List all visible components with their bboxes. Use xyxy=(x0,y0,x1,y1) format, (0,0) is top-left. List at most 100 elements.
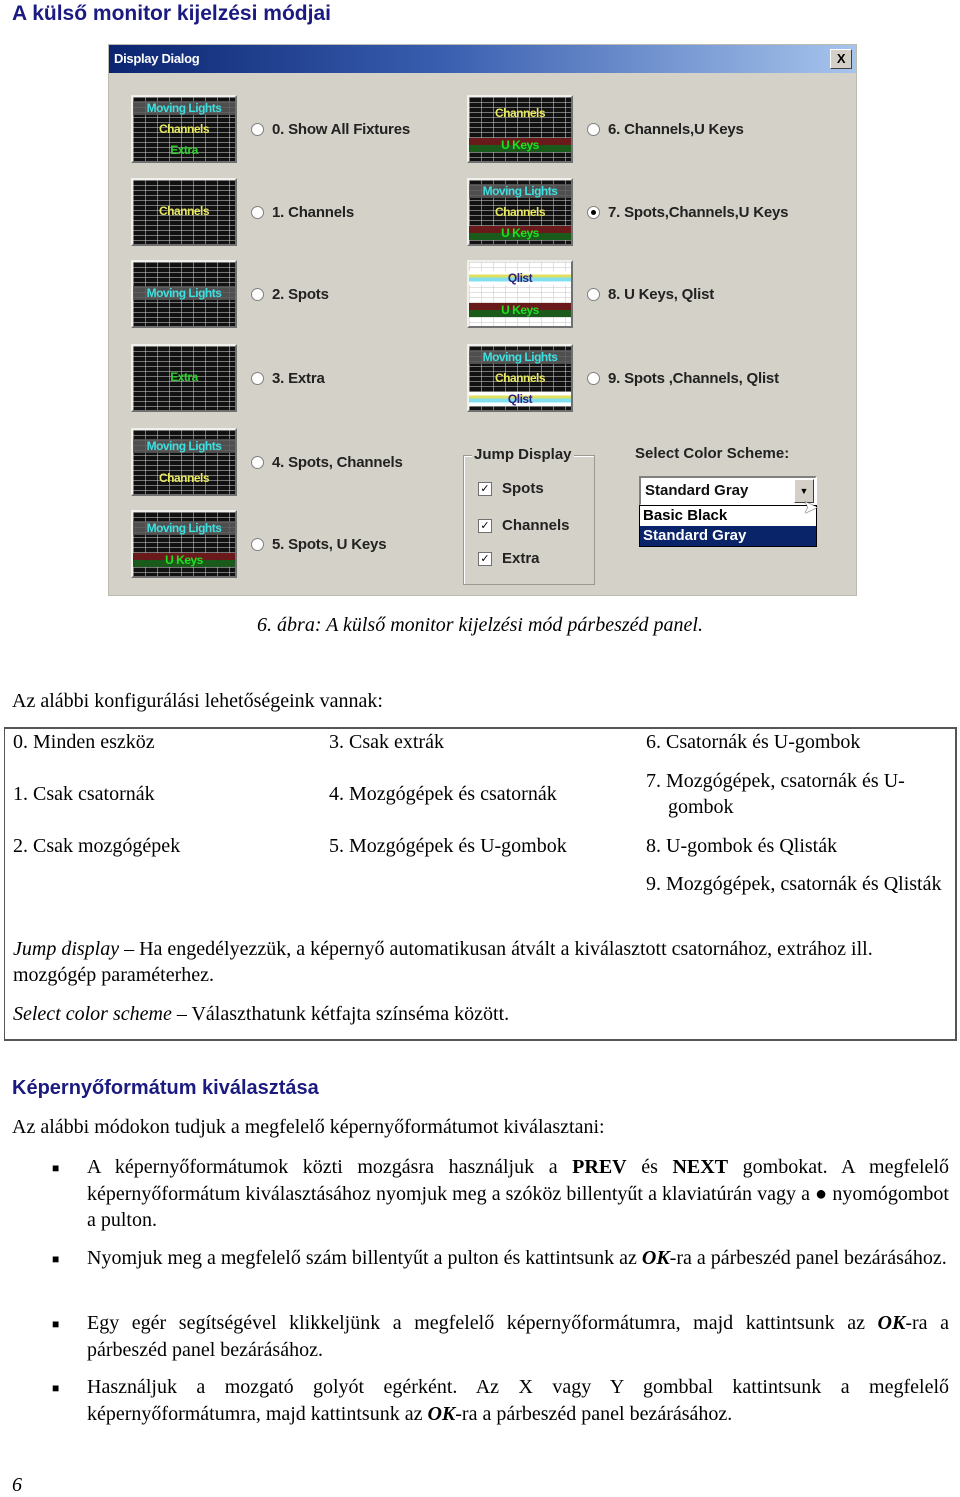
jump-display-description: Jump display – Ha engedélyezzük, a képer… xyxy=(13,936,933,988)
option-label: 0. Show All Fixtures xyxy=(272,120,410,138)
section-heading: Képernyőformátum kiválasztása xyxy=(12,1077,319,1099)
checkbox-label: Channels xyxy=(502,517,570,534)
color-scheme-description: Select color scheme – Választhatunk kétf… xyxy=(13,1001,933,1027)
thumbnail-band: Moving Lights xyxy=(133,286,235,300)
text: A képernyőformátumok közti mozgásra hasz… xyxy=(87,1156,573,1178)
display-option-2[interactable]: Moving Lights 2. Spots xyxy=(131,260,329,328)
color-scheme-label: Select Color Scheme: xyxy=(635,445,790,462)
thumbnail-band: Channels xyxy=(158,471,210,485)
jump-display-title: Jump Display xyxy=(472,446,574,463)
layout-thumbnail[interactable]: Channels U Keys xyxy=(467,95,573,163)
display-option-1[interactable]: Channels 1. Channels xyxy=(131,178,354,246)
display-option-8[interactable]: Qlist U Keys 8. U Keys, Qlist xyxy=(467,260,714,328)
section-intro: Az alábbi módokon tudjuk a megfelelő kép… xyxy=(12,1116,605,1138)
display-option-6[interactable]: Channels U Keys 6. Channels,U Keys xyxy=(467,95,744,163)
dialog-titlebar: Display Dialog X xyxy=(109,45,856,73)
jump-display-group: Jump Display ✓ Spots ✓ Channels ✓ Extra xyxy=(463,446,595,585)
display-option-4[interactable]: Moving Lights Channels 4. Spots, Channels xyxy=(131,428,403,496)
radio-button[interactable] xyxy=(251,122,264,136)
color-scheme-select[interactable]: Standard Gray ▼ xyxy=(639,476,817,506)
check-icon: ✓ xyxy=(478,481,492,496)
display-option-5[interactable]: Moving Lights U Keys 5. Spots, U Keys xyxy=(131,510,387,578)
radio-button[interactable] xyxy=(587,205,600,219)
ok-key: OK xyxy=(427,1402,456,1425)
display-option-0[interactable]: Moving Lights Channels Extra 0. Show All Fi… xyxy=(131,95,410,163)
page-heading: A külső monitor kijelzési módjai xyxy=(12,2,331,25)
config-item: 5. Mozgógépek és U-gombok xyxy=(329,835,567,857)
thumbnail-band: Channels xyxy=(494,205,546,219)
dropdown-option-basic-black[interactable]: Basic Black xyxy=(640,506,816,526)
layout-thumbnail[interactable]: Moving Lights Channels xyxy=(131,428,237,496)
layout-thumbnail[interactable]: Moving Lights Channels Extra xyxy=(131,95,237,163)
thumbnail-band: U Keys xyxy=(469,138,571,152)
close-button[interactable]: X xyxy=(830,49,852,69)
radio-button[interactable] xyxy=(251,537,264,551)
thumbnail-band: U Keys xyxy=(133,553,235,567)
layout-thumbnail[interactable]: Qlist U Keys xyxy=(467,260,573,328)
check-icon: ✓ xyxy=(478,551,492,566)
config-item: 3. Csak extrák xyxy=(329,731,444,753)
radio-button[interactable] xyxy=(251,371,264,385)
bullet-icon: ■ xyxy=(52,1161,60,1175)
thumbnail-band: Moving Lights xyxy=(133,439,235,453)
dialog-title: Display Dialog xyxy=(114,51,200,66)
display-option-7[interactable]: Moving Lights Channels U Keys 7. Spots,Chan… xyxy=(467,178,788,246)
layout-thumbnail[interactable]: Extra xyxy=(131,344,237,412)
checkbox-spots[interactable]: ✓ Spots xyxy=(478,480,544,497)
bullet-item: Használjuk a mozgató golyót egérként. Az… xyxy=(87,1374,949,1427)
option-label: 3. Extra xyxy=(272,369,325,387)
thumbnail-band: Moving Lights xyxy=(469,183,571,198)
term: Select color scheme xyxy=(13,1003,172,1025)
layout-thumbnail[interactable]: Moving Lights Channels Qlist xyxy=(467,344,573,412)
bullet-item: A képernyőformátumok közti mozgásra hasz… xyxy=(87,1154,949,1234)
text: és xyxy=(626,1156,673,1178)
checkbox-channels[interactable]: ✓ Channels xyxy=(478,517,570,534)
thumbnail-band: Extra xyxy=(170,143,198,158)
option-label: 5. Spots, U Keys xyxy=(272,535,387,553)
radio-button[interactable] xyxy=(587,122,600,136)
bullet-item: Nyomjuk meg a megfelelő szám billentyűt … xyxy=(87,1245,949,1272)
thumbnail-band: Channels xyxy=(494,371,546,385)
text: -ra a párbeszéd panel bezárásához. xyxy=(455,1402,733,1425)
dropdown-option-standard-gray[interactable]: Standard Gray xyxy=(640,526,816,546)
radio-button[interactable] xyxy=(251,287,264,301)
display-option-9[interactable]: Moving Lights Channels Qlist 9. Spots ,Chan… xyxy=(467,344,779,412)
figure-caption: 6. ábra: A külső monitor kijelzési mód p… xyxy=(257,614,703,636)
option-label: 6. Channels,U Keys xyxy=(608,120,744,138)
prev-key: PREV xyxy=(572,1156,627,1178)
option-label: 4. Spots, Channels xyxy=(272,453,403,471)
text: Egy egér segítségével klikkeljünk a megf… xyxy=(87,1312,878,1334)
thumbnail-band: Extra xyxy=(170,370,198,384)
bullet-item: Egy egér segítségével klikkeljünk a megf… xyxy=(87,1310,949,1363)
layout-thumbnail[interactable]: Channels xyxy=(131,178,237,246)
radio-button[interactable] xyxy=(587,287,600,301)
config-item: 8. U-gombok és Qlisták xyxy=(646,835,838,857)
config-item: 0. Minden eszköz xyxy=(13,731,155,753)
term: Jump display xyxy=(13,938,120,960)
bullet-icon: ■ xyxy=(52,1252,60,1266)
option-label: 1. Channels xyxy=(272,203,354,221)
mouse-cursor-icon: ➤ xyxy=(803,497,819,517)
checkbox-label: Spots xyxy=(502,480,544,497)
radio-button[interactable] xyxy=(251,205,264,219)
config-intro: Az alábbi konfigurálási lehetőségeink va… xyxy=(12,690,383,712)
page-number: 6 xyxy=(12,1474,22,1496)
layout-thumbnail[interactable]: Moving Lights xyxy=(131,260,237,328)
layout-thumbnail[interactable]: Moving Lights U Keys xyxy=(131,510,237,578)
thumbnail-band: Moving Lights xyxy=(133,100,235,115)
text: -ra a párbeszéd panel bezárásához. xyxy=(669,1247,947,1269)
checkbox-extra[interactable]: ✓ Extra xyxy=(478,550,540,567)
display-option-3[interactable]: Extra 3. Extra xyxy=(131,344,325,412)
option-label: 9. Spots ,Channels, Qlist xyxy=(608,369,779,387)
thumbnail-band: U Keys xyxy=(469,226,571,241)
radio-button[interactable] xyxy=(251,455,264,469)
config-item: 2. Csak mozgógépek xyxy=(13,835,181,857)
radio-button[interactable] xyxy=(587,371,600,385)
checkbox-label: Extra xyxy=(502,550,540,567)
bullet-icon: ■ xyxy=(52,1381,60,1395)
layout-thumbnail[interactable]: Moving Lights Channels U Keys xyxy=(467,178,573,246)
thumbnail-band: Qlist xyxy=(469,392,571,407)
thumbnail-band: Channels xyxy=(494,106,546,120)
option-label: 2. Spots xyxy=(272,285,329,303)
ok-key: OK xyxy=(641,1247,670,1269)
